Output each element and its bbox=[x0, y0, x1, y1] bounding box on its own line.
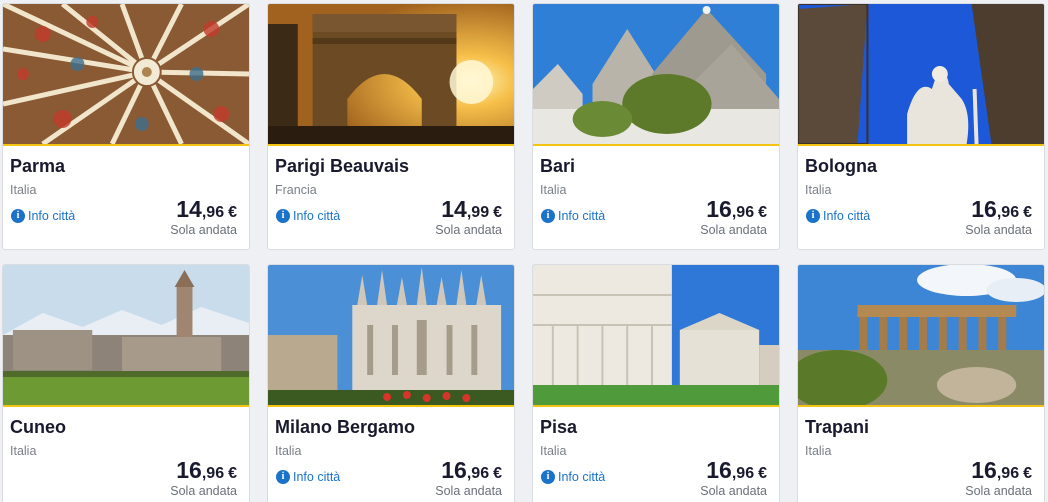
price-integer: 16 bbox=[176, 457, 202, 483]
trip-type: Sola andata bbox=[170, 484, 237, 498]
country-name: Italia bbox=[805, 183, 832, 197]
price-decimal: ,96 bbox=[731, 465, 755, 482]
price-integer: 14 bbox=[441, 196, 467, 222]
price: 14,96 € bbox=[176, 196, 237, 223]
city-info-link[interactable]: i Info città bbox=[276, 470, 340, 484]
price: 14,99 € bbox=[441, 196, 502, 223]
country-name: Italia bbox=[805, 444, 832, 458]
destination-card-trapani[interactable]: Trapani Italia 16,96 € Sola andata bbox=[797, 264, 1045, 502]
trapani-photo bbox=[798, 265, 1044, 407]
price: 16,96 € bbox=[441, 457, 502, 484]
city-info-label: Info città bbox=[293, 470, 341, 484]
price-integer: 16 bbox=[706, 196, 732, 222]
price: 16,96 € bbox=[706, 457, 767, 484]
country-name: Italia bbox=[10, 444, 37, 458]
parma-photo bbox=[3, 4, 249, 146]
milano-photo bbox=[268, 265, 514, 407]
cuneo-photo bbox=[3, 265, 249, 407]
price-integer: 16 bbox=[971, 457, 997, 483]
city-info-link[interactable]: i Info città bbox=[541, 470, 605, 484]
trip-type: Sola andata bbox=[700, 223, 767, 237]
country-name: Francia bbox=[275, 183, 317, 197]
price-decimal: ,99 bbox=[466, 204, 490, 221]
price-currency: € bbox=[1023, 465, 1032, 482]
destination-card-bari[interactable]: Bari Italia i Info città 16,96 € Sola and… bbox=[532, 3, 780, 250]
trip-type: Sola andata bbox=[700, 484, 767, 498]
city-name: Parigi Beauvais bbox=[275, 156, 410, 176]
price-integer: 14 bbox=[176, 196, 202, 222]
city-name: Bologna bbox=[805, 156, 877, 176]
city-name: Trapani bbox=[805, 417, 870, 437]
destination-card-pisa[interactable]: Pisa Italia i Info città 16,96 € Sola and… bbox=[532, 264, 780, 502]
country-name: Italia bbox=[10, 183, 37, 197]
destination-card-cuneo[interactable]: Cuneo Italia 16,96 € Sola andata bbox=[2, 264, 250, 502]
info-icon: i bbox=[276, 470, 290, 484]
city-name: Milano Bergamo bbox=[275, 417, 416, 437]
city-info-link[interactable]: i Info città bbox=[276, 209, 340, 223]
info-icon: i bbox=[276, 209, 290, 223]
price-currency: € bbox=[1023, 204, 1032, 221]
price-decimal: ,96 bbox=[731, 204, 755, 221]
price: 16,96 € bbox=[176, 457, 237, 484]
city-info-link[interactable]: i Info città bbox=[541, 209, 605, 223]
info-icon: i bbox=[11, 209, 25, 223]
city-info-link[interactable]: i Info città bbox=[11, 209, 75, 223]
pisa-photo bbox=[533, 265, 779, 407]
price-decimal: ,96 bbox=[996, 204, 1020, 221]
bari-photo bbox=[533, 4, 779, 146]
country-name: Italia bbox=[275, 444, 302, 458]
price-integer: 16 bbox=[441, 457, 467, 483]
country-name: Italia bbox=[540, 183, 567, 197]
price-currency: € bbox=[228, 465, 237, 482]
bologna-photo bbox=[798, 4, 1044, 146]
city-name: Parma bbox=[10, 156, 66, 176]
destinations-grid: Parma Italia i Info città 14,96 € Sola an… bbox=[0, 0, 1048, 502]
price-currency: € bbox=[758, 465, 767, 482]
destination-card-parigi-beauvais[interactable]: Parigi Beauvais Francia i Info città 14,… bbox=[267, 3, 515, 250]
trip-type: Sola andata bbox=[965, 484, 1032, 498]
city-name: Bari bbox=[540, 156, 576, 176]
info-icon: i bbox=[541, 470, 555, 484]
price-currency: € bbox=[228, 204, 237, 221]
price: 16,96 € bbox=[971, 196, 1032, 223]
info-icon: i bbox=[806, 209, 820, 223]
city-info-label: Info città bbox=[558, 209, 606, 223]
city-info-label: Info città bbox=[293, 209, 341, 223]
price-integer: 16 bbox=[971, 196, 997, 222]
city-info-label: Info città bbox=[823, 209, 871, 223]
price-decimal: ,96 bbox=[996, 465, 1020, 482]
destination-card-milano-bergamo[interactable]: Milano Bergamo Italia i Info città 16,96… bbox=[267, 264, 515, 502]
info-icon: i bbox=[541, 209, 555, 223]
city-info-link[interactable]: i Info città bbox=[806, 209, 870, 223]
price-integer: 16 bbox=[706, 457, 732, 483]
city-name: Pisa bbox=[540, 417, 578, 437]
destination-card-bologna[interactable]: Bologna Italia i Info città 16,96 € Sola … bbox=[797, 3, 1045, 250]
country-name: Italia bbox=[540, 444, 567, 458]
price-decimal: ,96 bbox=[201, 465, 225, 482]
city-info-label: Info città bbox=[558, 470, 606, 484]
price-currency: € bbox=[493, 204, 502, 221]
trip-type: Sola andata bbox=[965, 223, 1032, 237]
trip-type: Sola andata bbox=[435, 223, 502, 237]
price-decimal: ,96 bbox=[466, 465, 490, 482]
price-currency: € bbox=[493, 465, 502, 482]
price-decimal: ,96 bbox=[201, 204, 225, 221]
trip-type: Sola andata bbox=[170, 223, 237, 237]
price: 16,96 € bbox=[971, 457, 1032, 484]
city-info-label: Info città bbox=[28, 209, 76, 223]
price: 16,96 € bbox=[706, 196, 767, 223]
price-currency: € bbox=[758, 204, 767, 221]
trip-type: Sola andata bbox=[435, 484, 502, 498]
city-name: Cuneo bbox=[10, 417, 66, 437]
destination-card-parma[interactable]: Parma Italia i Info città 14,96 € Sola an… bbox=[2, 3, 250, 250]
parigi-photo bbox=[268, 4, 514, 146]
